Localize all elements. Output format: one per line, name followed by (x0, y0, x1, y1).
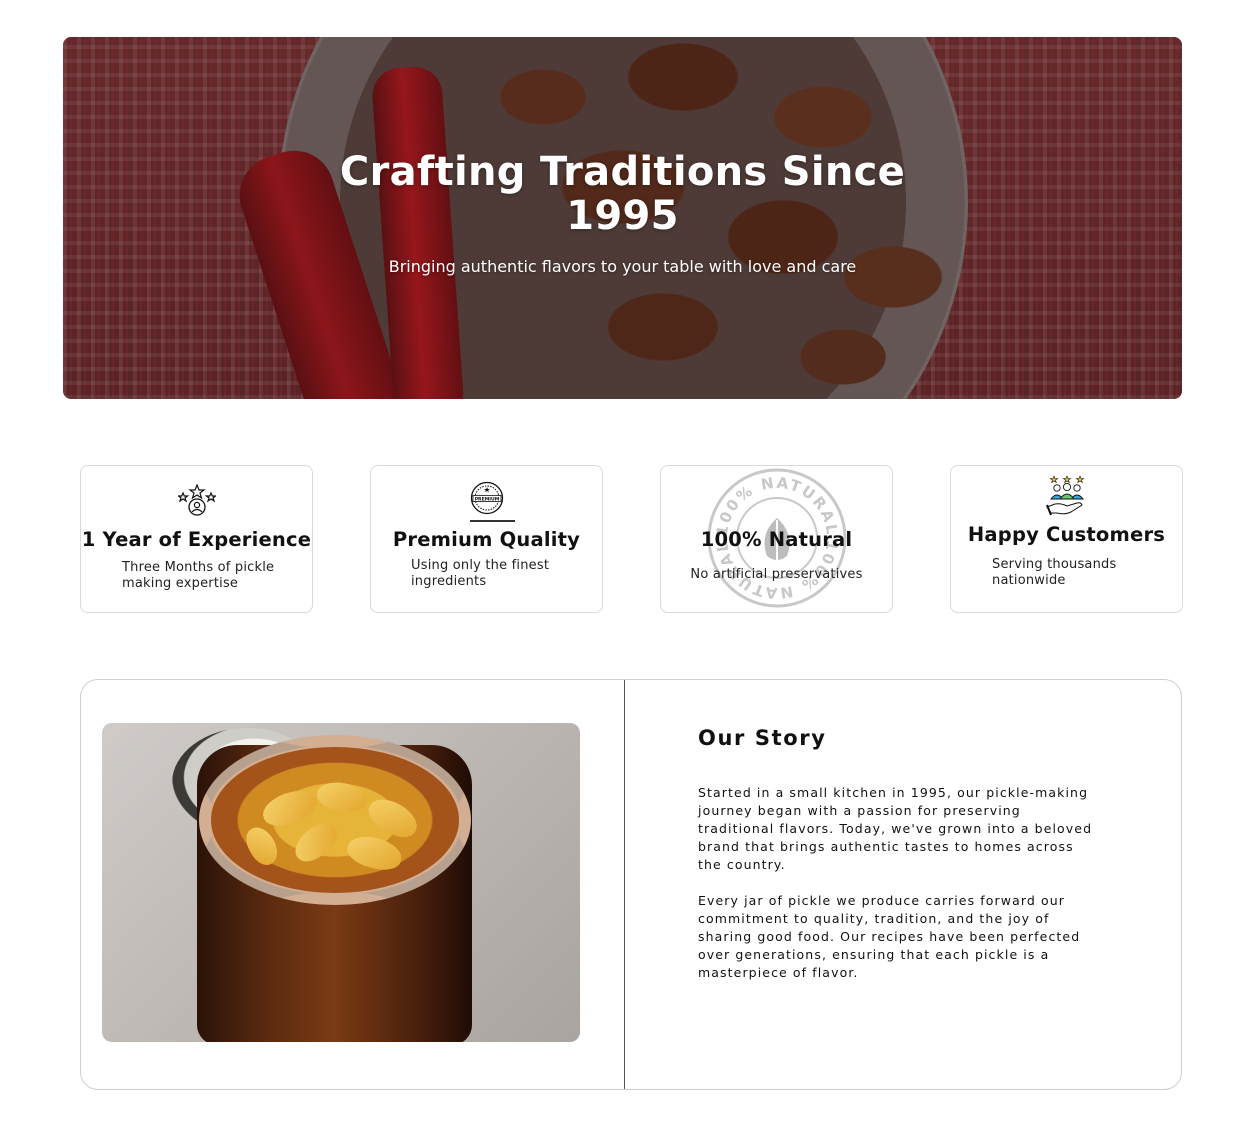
experience-award-icon (177, 484, 216, 516)
happy-customers-icon (1045, 475, 1085, 516)
premium-badge-icon: PREMIUM (470, 481, 503, 515)
premium-divider (470, 520, 515, 522)
feature-description: No artificial preservatives (690, 567, 863, 582)
hero-subtitle: Bringing authentic flavors to your table… (388, 257, 857, 276)
feature-description: Using only the finest ingredients (411, 558, 550, 589)
our-story-section: Our Story Started in a small kitchen in … (80, 679, 1182, 1090)
feature-card-natural: 100% NATURAL 100% NATURAL 100% Natural N… (660, 465, 893, 613)
premium-badge-text: PREMIUM (474, 496, 499, 502)
story-heading: Our Story (698, 726, 827, 750)
feature-card-customers: Happy Customers Serving thousands nation… (950, 465, 1183, 613)
story-paragraph: Started in a small kitchen in 1995, our … (698, 785, 1093, 872)
story-divider (624, 680, 625, 1089)
feature-title: Happy Customers (967, 523, 1166, 546)
feature-title: Premium Quality (392, 528, 581, 551)
feature-description: Three Months of pickle making expertise (122, 560, 275, 591)
feature-title: 1 Year of Experience (81, 528, 312, 551)
pickle-jar-image (102, 723, 580, 1042)
hero-banner: Crafting Traditions Since 1995 Bringing … (63, 37, 1182, 399)
feature-description: Serving thousands nationwide (992, 557, 1117, 588)
feature-card-premium: PREMIUM Premium Quality Using only the f… (370, 465, 603, 613)
feature-card-experience: 1 Year of Experience Three Months of pic… (80, 465, 313, 613)
jar-rim-image (199, 735, 471, 905)
story-paragraph: Every jar of pickle we produce carries f… (698, 893, 1081, 980)
hero-title: Crafting Traditions Since 1995 (339, 149, 906, 239)
feature-title: 100% Natural (700, 528, 853, 551)
